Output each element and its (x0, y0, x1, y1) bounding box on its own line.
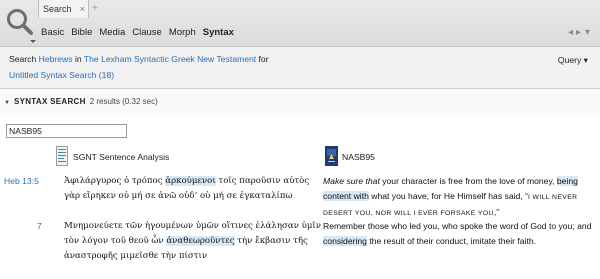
search-toolbar: Search × + Basic Bible Media Clause Morph Syn… (0, 0, 600, 47)
english-text-segment: the result of their conduct, imitate the… (366, 236, 537, 246)
search-mode-bible[interactable]: Bible (71, 26, 92, 40)
back-forward-arrows-icon[interactable]: ◂ ▸ (568, 27, 581, 38)
resource-selector[interactable]: The Lexham Syntactic Greek New Testament (84, 54, 256, 64)
english-text-segment: what you have; for He Himself has said, … (368, 191, 528, 201)
results-section-title[interactable]: SYNTAX SEARCH (14, 97, 86, 106)
english-text-segment: Make sure that (323, 176, 380, 186)
new-tab-icon[interactable]: + (92, 0, 98, 17)
search-mode-bar: Basic Bible Media Clause Morph Syntax (41, 26, 234, 40)
greek-result-text: Ἀφιλάργυρος ὁ τρόπος ἀρκούμενοι τοῖς παρ… (64, 174, 324, 204)
collapse-triangle-icon[interactable]: ▼ (4, 100, 10, 106)
query-menu-button[interactable]: Query ▾ (558, 55, 588, 66)
greek-result-text: Μνημονεύετε τῶν ἡγουμένων ὑμῶν οἵτινες ἐ… (64, 219, 324, 264)
bible-cover-icon (325, 146, 338, 166)
in-word: in (74, 54, 82, 64)
english-hit-highlight[interactable]: considering (323, 236, 367, 246)
english-result-text: Make sure that your character is free fr… (323, 174, 593, 221)
search-mode-morph[interactable]: Morph (169, 26, 196, 40)
panel-menu-icon[interactable]: ▾ (585, 27, 590, 38)
for-word: for (258, 54, 269, 64)
history-nav: ◂ ▸ ▾ (568, 27, 590, 38)
english-text-segment: Remember those who led you, who spoke th… (323, 221, 592, 231)
column-title[interactable]: SGNT Sentence Analysis (73, 152, 169, 162)
results-count: 2 results (0.32 sec) (89, 97, 158, 106)
search-panel: Search × + Basic Bible Media Clause Morph Syn… (0, 0, 600, 279)
resource-cover-icon (56, 146, 68, 166)
english-text-segment: ,” (493, 207, 500, 217)
column-title[interactable]: NASB95 (342, 152, 375, 162)
tab-search[interactable]: Search × (38, 0, 89, 18)
verse-reference-link[interactable]: 7 (37, 221, 42, 231)
search-mode-syntax[interactable]: Syntax (203, 26, 234, 40)
greek-hit-highlight[interactable]: ἀναθεωροῦντες (166, 236, 235, 246)
greek-hit-highlight[interactable]: ἀρκούμενοι (165, 176, 216, 186)
results-header: ▼ SYNTAX SEARCH 2 results (0.32 sec) (0, 89, 600, 115)
resource-filter-input[interactable]: NASB95 (6, 124, 127, 138)
search-definition-line: Search Hebrews in The Lexham Syntactic G… (9, 54, 269, 64)
english-text-segment: your character is free from the love of … (379, 176, 557, 186)
tab-search-label: Search (43, 4, 72, 14)
english-result-text: Remember those who led you, who spoke th… (323, 219, 593, 249)
search-icon[interactable] (4, 6, 38, 44)
range-selector[interactable]: Hebrews (39, 54, 73, 64)
search-mode-basic[interactable]: Basic (41, 26, 64, 40)
search-mode-media[interactable]: Media (99, 26, 125, 40)
search-mode-clause[interactable]: Clause (132, 26, 162, 40)
search-prefix: Search (9, 54, 37, 64)
search-definition: Search Hebrews in The Lexham Syntactic G… (0, 47, 600, 89)
greek-text-segment: Ἀφιλάργυρος ὁ τρόπος (64, 176, 166, 186)
verse-reference-link[interactable]: Heb 13:5 (4, 176, 39, 186)
query-selector[interactable]: Untitled Syntax Search (18) (9, 70, 114, 80)
close-tab-icon[interactable]: × (80, 0, 85, 18)
